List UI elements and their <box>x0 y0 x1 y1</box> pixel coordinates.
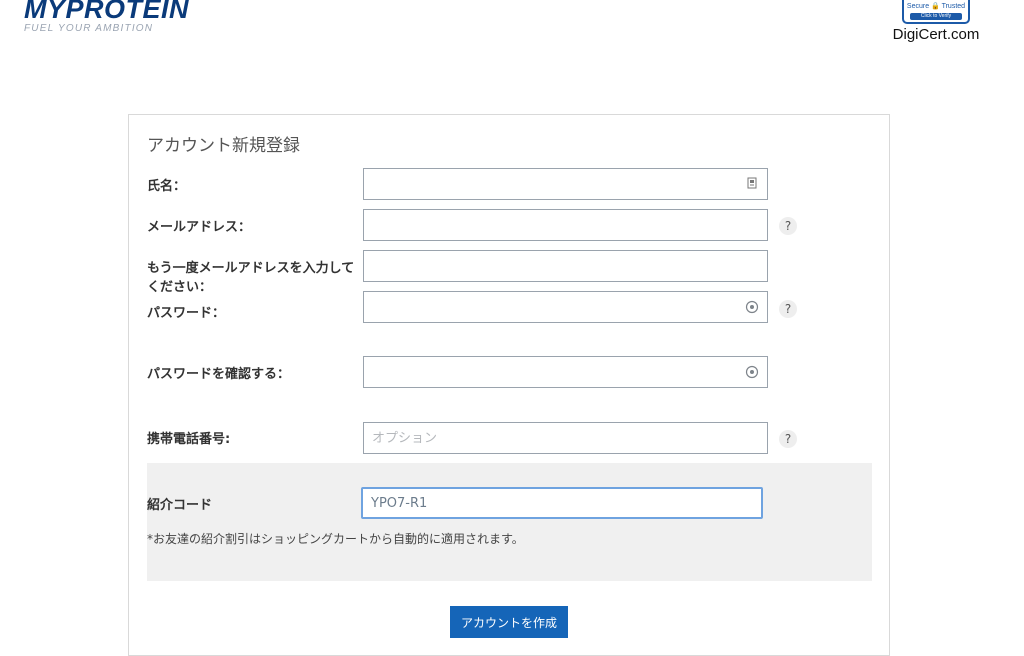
email-input[interactable] <box>364 210 767 240</box>
registration-form: アカウント新規登録 氏名： メールアドレス： ? もう一度メールアドレスを入力し… <box>128 114 890 656</box>
seal-secure-text: Secure 🔒 Trusted <box>906 3 966 10</box>
name-label: 氏名： <box>147 179 187 194</box>
name-input[interactable] <box>364 169 767 199</box>
email-field[interactable] <box>363 209 768 241</box>
phone-help-icon[interactable]: ? <box>779 430 797 448</box>
seal-name: DigiCert.com <box>892 26 980 43</box>
referral-section: 紹介コード <box>147 463 872 581</box>
seal-badge: Secure 🔒 Trusted Click to Verify <box>902 0 970 24</box>
email-confirm-input[interactable] <box>364 251 767 281</box>
eye-icon[interactable] <box>745 300 759 314</box>
logo-wordmark: MYPROTEIN <box>24 0 190 24</box>
phone-field[interactable] <box>363 422 768 454</box>
email-label: メールアドレス： <box>147 220 252 235</box>
password-help-icon[interactable]: ? <box>779 300 797 318</box>
email-confirm-label: もう一度メールアドレスを入力して ください： <box>147 259 354 297</box>
password-confirm-input[interactable] <box>364 357 767 387</box>
myprotein-logo[interactable]: MYPROTEIN FUEL YOUR AMBITION <box>24 0 189 34</box>
eye-icon[interactable] <box>745 365 759 379</box>
referral-label: 紹介コード <box>147 498 213 513</box>
referral-code-input[interactable] <box>363 489 761 517</box>
email-help-icon[interactable]: ? <box>779 217 797 235</box>
contact-card-icon <box>745 177 759 191</box>
seal-verify-text: Click to Verify <box>910 13 962 20</box>
phone-label: 携帯電話番号: <box>147 432 231 447</box>
logo-tagline: FUEL YOUR AMBITION <box>24 23 154 34</box>
password-confirm-label: パスワードを確認する： <box>147 367 291 382</box>
name-field[interactable] <box>363 168 768 200</box>
password-confirm-field[interactable] <box>363 356 768 388</box>
password-field[interactable] <box>363 291 768 323</box>
phone-input[interactable] <box>364 423 767 453</box>
email-confirm-label-line2: ください： <box>147 280 213 295</box>
create-account-button[interactable]: アカウントを作成 <box>450 606 568 638</box>
email-confirm-field[interactable] <box>363 250 768 282</box>
referral-note: *お友達の紹介割引はショッピングカートから自動的に適用されます。 <box>147 532 524 546</box>
referral-code-field[interactable] <box>361 487 763 519</box>
password-label: パスワード： <box>147 306 226 321</box>
email-confirm-label-line1: もう一度メールアドレスを入力して <box>147 261 355 276</box>
digicert-seal[interactable]: Secure 🔒 Trusted Click to Verify DigiCer… <box>886 0 986 43</box>
page-title: アカウント新規登録 <box>147 136 300 156</box>
password-input[interactable] <box>364 292 767 322</box>
